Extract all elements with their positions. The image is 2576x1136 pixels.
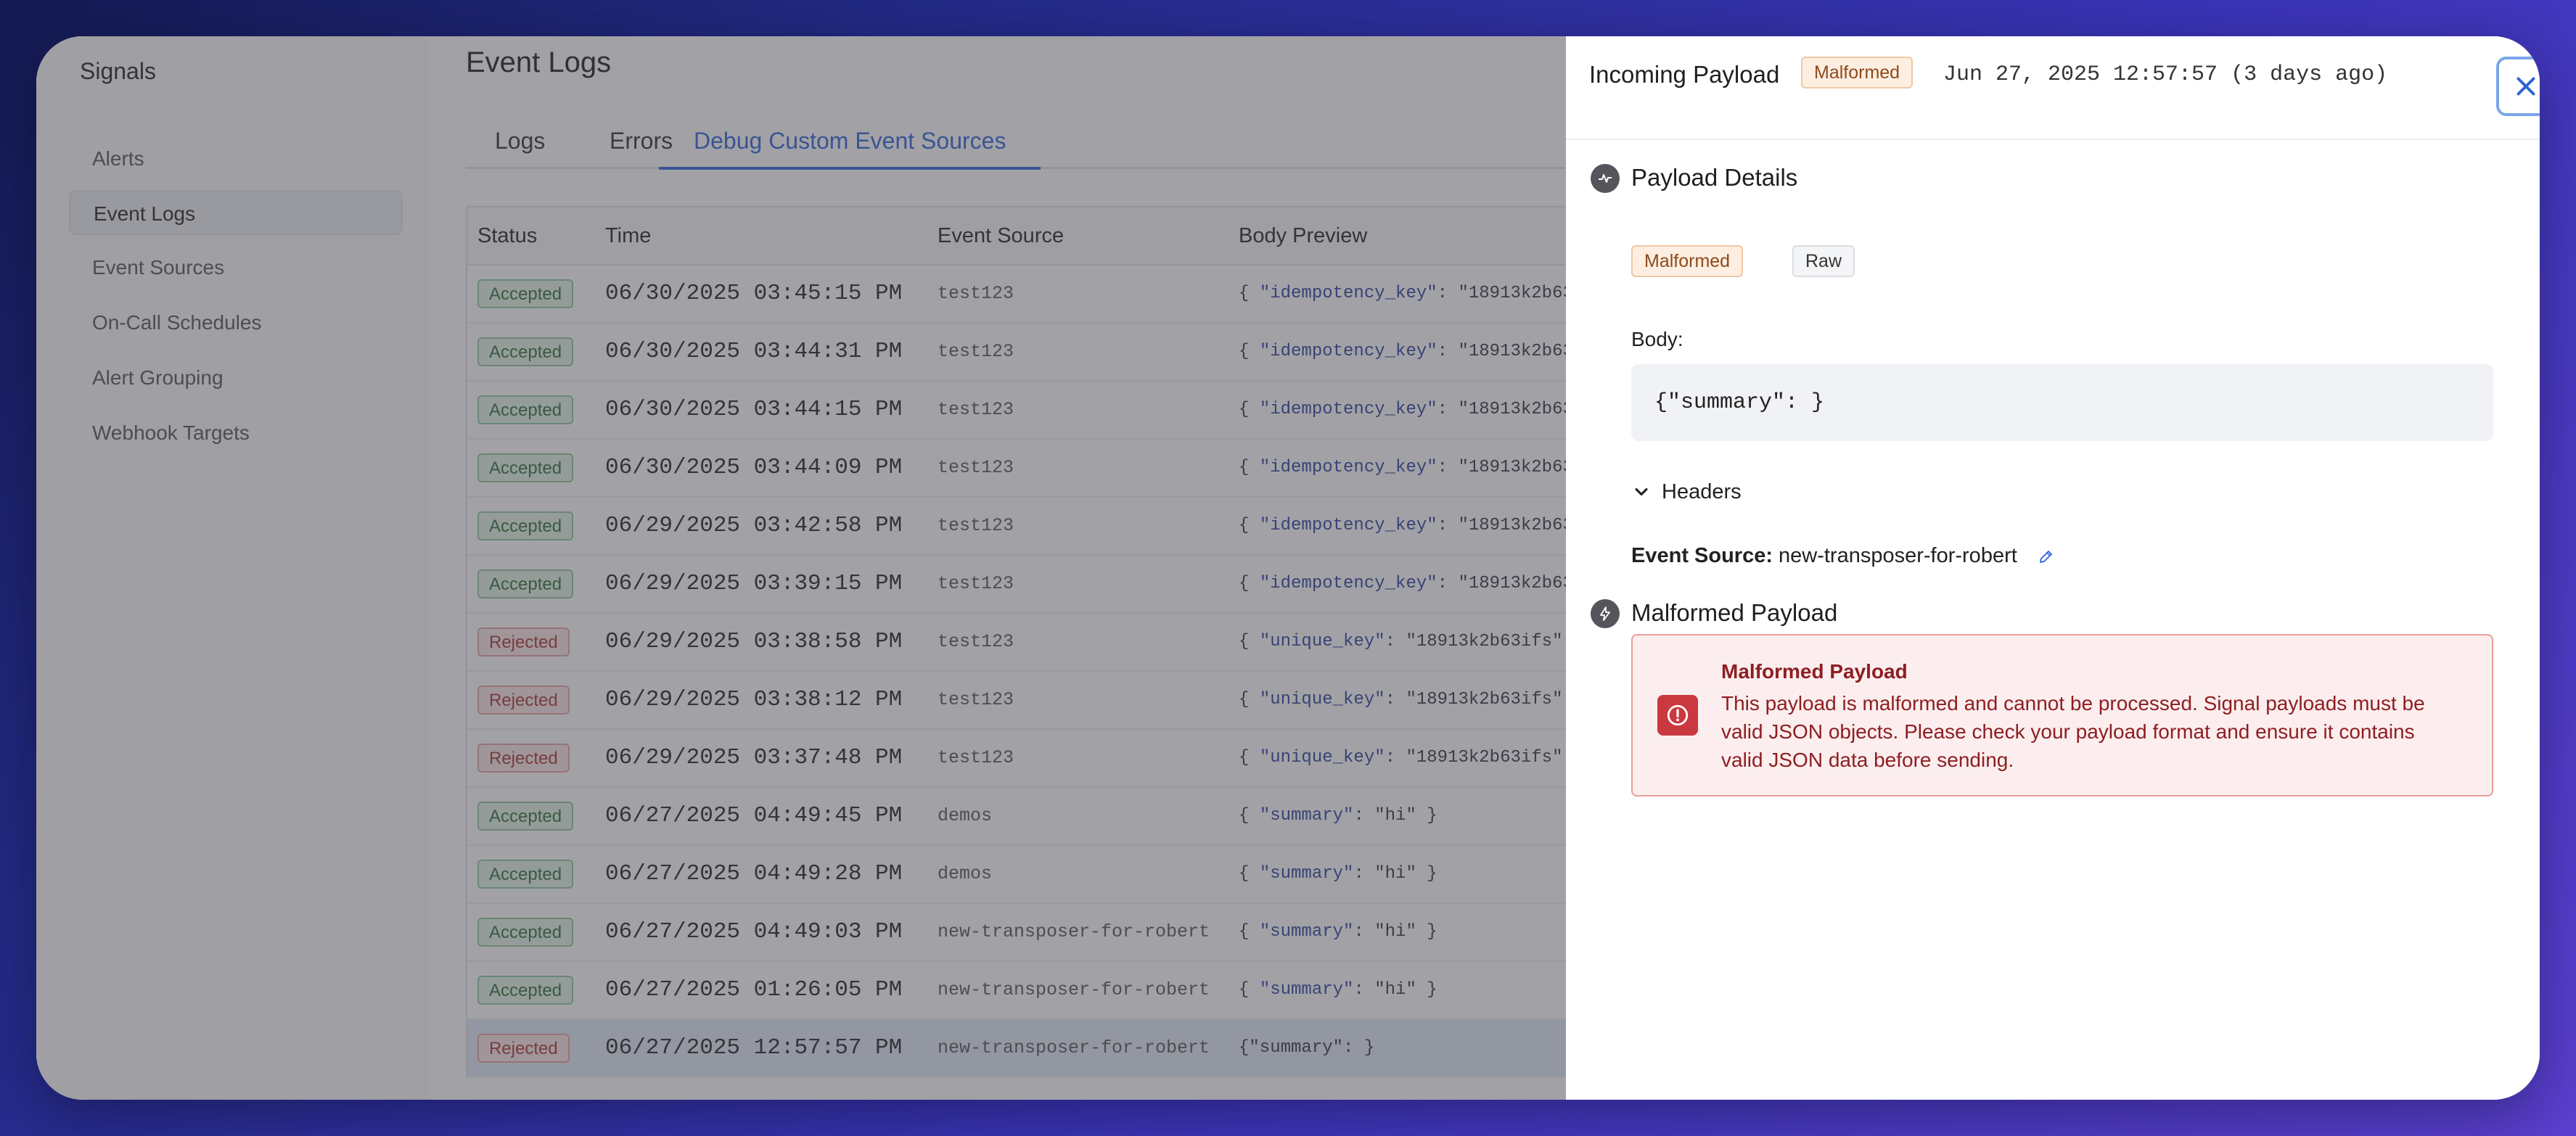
app-window: Signals Alerts Event Logs Event Sources … (36, 36, 2540, 1100)
pencil-icon[interactable] (2038, 548, 2055, 565)
event-source-value: new-transposer-for-robert (1779, 544, 2017, 567)
close-button[interactable] (2496, 57, 2540, 116)
timestamp: Jun 27, 2025 12:57:57 (3 days ago) (1943, 62, 2387, 87)
chevron-down-icon (1635, 487, 1648, 496)
event-source-label: Event Source: (1631, 544, 1773, 567)
timestamp-relative: (3 days ago) (2231, 62, 2388, 87)
error-message: This payload is malformed and cannot be … (1721, 692, 2425, 771)
timestamp-absolute: Jun 27, 2025 12:57:57 (1943, 62, 2218, 87)
tab-raw[interactable]: Raw (1792, 245, 1855, 277)
body-code: {"summary": } (1631, 364, 2493, 441)
tab-malformed[interactable]: Malformed (1631, 245, 1744, 277)
error-title: Malformed Payload (1721, 660, 1908, 683)
headers-toggle[interactable]: Headers (1631, 476, 1742, 508)
headers-label: Headers (1662, 479, 1742, 503)
event-source-row: Event Source: new-transposer-for-robert (1631, 544, 2055, 568)
modal-overlay[interactable] (36, 36, 1566, 1100)
payload-details-title: Payload Details (1631, 164, 1798, 191)
status-badge: Malformed (1801, 57, 1913, 89)
alert-circle-icon (1657, 695, 1698, 736)
payload-drawer: Incoming Payload Malformed Jun 27, 2025 … (1566, 36, 2540, 1100)
activity-icon (1591, 164, 1620, 193)
lightning-icon (1591, 599, 1620, 628)
drawer-title: Incoming Payload (1589, 61, 1780, 88)
malformed-section-title: Malformed Payload (1631, 599, 1838, 626)
drawer-header: Incoming Payload Malformed Jun 27, 2025 … (1566, 36, 2540, 140)
close-icon (2516, 77, 2535, 96)
body-label: Body: (1631, 328, 1683, 350)
error-callout: Malformed Payload This payload is malfor… (1631, 634, 2493, 797)
